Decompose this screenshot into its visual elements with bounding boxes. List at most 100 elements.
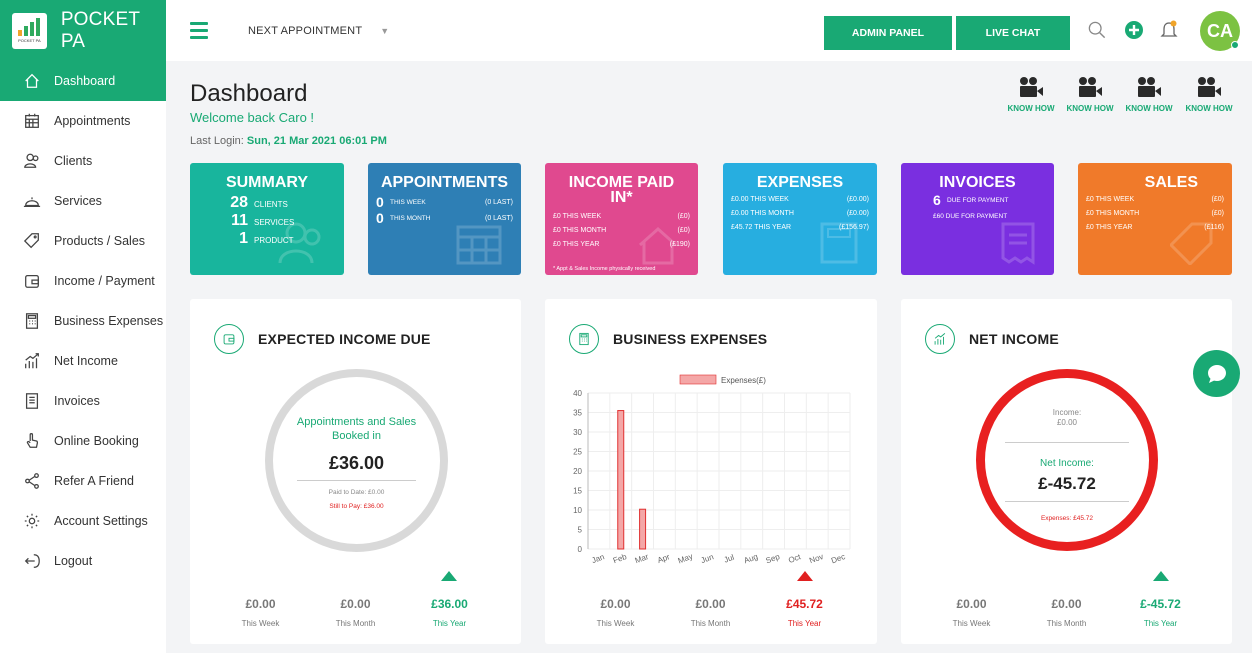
divider — [1005, 501, 1129, 502]
y-tick-label: 5 — [578, 526, 583, 535]
last-login-value: Sun, 21 Mar 2021 06:01 PM — [246, 135, 387, 147]
summary-card[interactable]: SUMMARY 28 CLIENTS 11 SERVICES 1 PRODUCT — [190, 163, 344, 275]
sidebar-item-logout[interactable]: Logout — [0, 541, 166, 581]
footer-label: This Month — [690, 619, 731, 628]
add-icon[interactable] — [1124, 20, 1144, 40]
sidebar-item-business-expenses[interactable]: Business Expenses — [0, 301, 166, 341]
summary-services-count: 11 — [231, 212, 248, 229]
know-how-link-1[interactable]: KNOW HOW — [1006, 76, 1056, 113]
y-tick-label: 15 — [573, 487, 582, 496]
know-how-label: KNOW HOW — [1007, 104, 1055, 113]
sidebar-item-net-income[interactable]: Net Income — [0, 341, 166, 381]
avatar[interactable]: CA — [1200, 11, 1240, 51]
appts-month-count: 0 — [376, 210, 384, 226]
calculator-icon — [820, 222, 858, 264]
sidebar-item-invoices[interactable]: Invoices — [0, 381, 166, 421]
video-tutorial-icon — [1138, 77, 1161, 97]
panel-header: EXPECTED INCOME DUE — [214, 324, 431, 354]
expenses-month-row: £0.00 THIS MONTH (£0.00) — [731, 206, 869, 220]
footer-this-month: £0.00 This Month — [308, 597, 403, 628]
panel-header: BUSINESS EXPENSES — [569, 324, 767, 354]
page-title: Dashboard — [190, 80, 308, 107]
footer-label: This Week — [241, 619, 280, 628]
income-week-value: (£0) — [677, 212, 690, 220]
next-appointment-dropdown[interactable]: NEXT APPOINTMENT ▼ — [248, 25, 389, 37]
sidebar-item-income-payment[interactable]: Income / Payment — [0, 261, 166, 301]
y-tick-label: 20 — [573, 467, 582, 476]
x-tick-label: Mar — [634, 552, 650, 565]
search-icon[interactable] — [1087, 20, 1107, 40]
footer-value: £-45.72 — [1140, 597, 1181, 611]
calculator-icon — [22, 311, 42, 331]
know-how-label: KNOW HOW — [1066, 104, 1114, 113]
footer-label: This Year — [1143, 619, 1178, 628]
income-summary: Income: £0.00 — [985, 408, 1149, 428]
sales-month-row: £0 THIS MONTH (£0) — [1086, 206, 1224, 220]
footer-this-month: £0.00 This Month — [663, 597, 758, 628]
expected-income-ring: Appointments and Sales Booked in £36.00 … — [265, 369, 448, 552]
expected-income-panel: EXPECTED INCOME DUE Appointments and Sal… — [190, 299, 521, 644]
net-income-panel: NET INCOME Income: £0.00 Net Income: £-45… — [901, 299, 1232, 644]
sidebar-item-account-settings[interactable]: Account Settings — [0, 501, 166, 541]
footer-value: £0.00 — [245, 597, 276, 611]
sales-card[interactable]: SALES £0 THIS WEEK (£0) £0 THIS MONTH (£0)… — [1078, 163, 1232, 275]
menu-toggle-icon[interactable] — [190, 22, 208, 39]
tag-icon — [1170, 222, 1213, 265]
footer-label: This Week — [952, 619, 991, 628]
expenses-year-label: £45.72 THIS YEAR — [731, 223, 792, 231]
sidebar-item-appointments[interactable]: Appointments — [0, 101, 166, 141]
invoices-card[interactable]: INVOICES 6 DUE FOR PAYMENT £60 DUE FOR PA… — [901, 163, 1054, 275]
invoices-due-amount: £60 DUE FOR PAYMENT — [933, 212, 1008, 220]
x-tick-label: Sep — [765, 552, 782, 566]
bar — [617, 410, 625, 550]
click-icon — [22, 431, 42, 451]
footer-this-year: £-45.72 This Year — [1113, 597, 1208, 628]
service-bell-icon — [22, 191, 42, 211]
sidebar-item-label: Invoices — [54, 394, 100, 408]
know-how-link-3[interactable]: KNOW HOW — [1124, 76, 1174, 113]
app-logo: POCKET PA — [12, 12, 47, 49]
brand-header[interactable]: POCKET PA POCKET PA — [0, 0, 166, 61]
footer-this-week: £0.00 This Week — [924, 597, 1019, 628]
card-title: SUMMARY — [225, 174, 309, 191]
footer-value: £0.00 — [1051, 597, 1082, 611]
income-year-label: £0 THIS YEAR — [553, 240, 600, 248]
sales-month-value: (£0) — [1211, 209, 1224, 217]
tag-icon — [22, 231, 42, 251]
sidebar-item-services[interactable]: Services — [0, 181, 166, 221]
summary-product-count: 1 — [239, 230, 248, 247]
income-paid-card[interactable]: INCOME PAID IN* £0 THIS WEEK (£0) £0 THIS … — [545, 163, 698, 275]
share-icon — [22, 471, 42, 491]
expenses-month-label: £0.00 THIS MONTH — [731, 209, 794, 217]
sidebar-item-online-booking[interactable]: Online Booking — [0, 421, 166, 461]
app-name: POCKET PA — [60, 8, 140, 52]
sidebar-item-dashboard[interactable]: Dashboard — [0, 61, 166, 101]
wallet-icon — [214, 324, 244, 354]
card-title: APPOINTMENTS — [380, 174, 509, 191]
home-icon — [22, 71, 42, 91]
sidebar-item-clients[interactable]: Clients — [0, 141, 166, 181]
live-chat-button[interactable]: LIVE CHAT — [956, 16, 1070, 50]
appointments-card[interactable]: APPOINTMENTS 0 THIS WEEK (0 LAST) 0 THIS MO… — [368, 163, 521, 275]
trend-up-icon — [1153, 571, 1169, 581]
chat-bubble-button[interactable] — [1193, 350, 1240, 397]
admin-panel-button[interactable]: ADMIN PANEL — [824, 16, 952, 50]
sidebar-item-refer-friend[interactable]: Refer A Friend — [0, 461, 166, 501]
know-how-link-2[interactable]: KNOW HOW — [1065, 76, 1115, 113]
sales-week-value: (£0) — [1211, 195, 1224, 203]
know-how-label: KNOW HOW — [1185, 104, 1233, 113]
sidebar-item-products-sales[interactable]: Products / Sales — [0, 221, 166, 261]
x-tick-label: Aug — [743, 552, 759, 565]
footer-value: £0.00 — [956, 597, 987, 611]
summary-clients-label: CLIENTS — [254, 200, 288, 209]
users-icon — [278, 222, 321, 264]
know-how-link-4[interactable]: KNOW HOW — [1184, 76, 1234, 113]
sidebar-nav: Dashboard Appointments Clients Services … — [0, 61, 166, 581]
invoice-icon — [22, 391, 42, 411]
footer-value: £36.00 — [431, 597, 468, 611]
sidebar-item-label: Services — [54, 194, 102, 208]
income-footnote: * Appt & Sales Income physically receive… — [553, 266, 656, 272]
legend-label: Expenses(£) — [721, 376, 766, 385]
bell-icon[interactable] — [1159, 20, 1179, 40]
expenses-card[interactable]: EXPENSES £0.00 THIS WEEK (£0.00) £0.00 TH… — [723, 163, 877, 275]
